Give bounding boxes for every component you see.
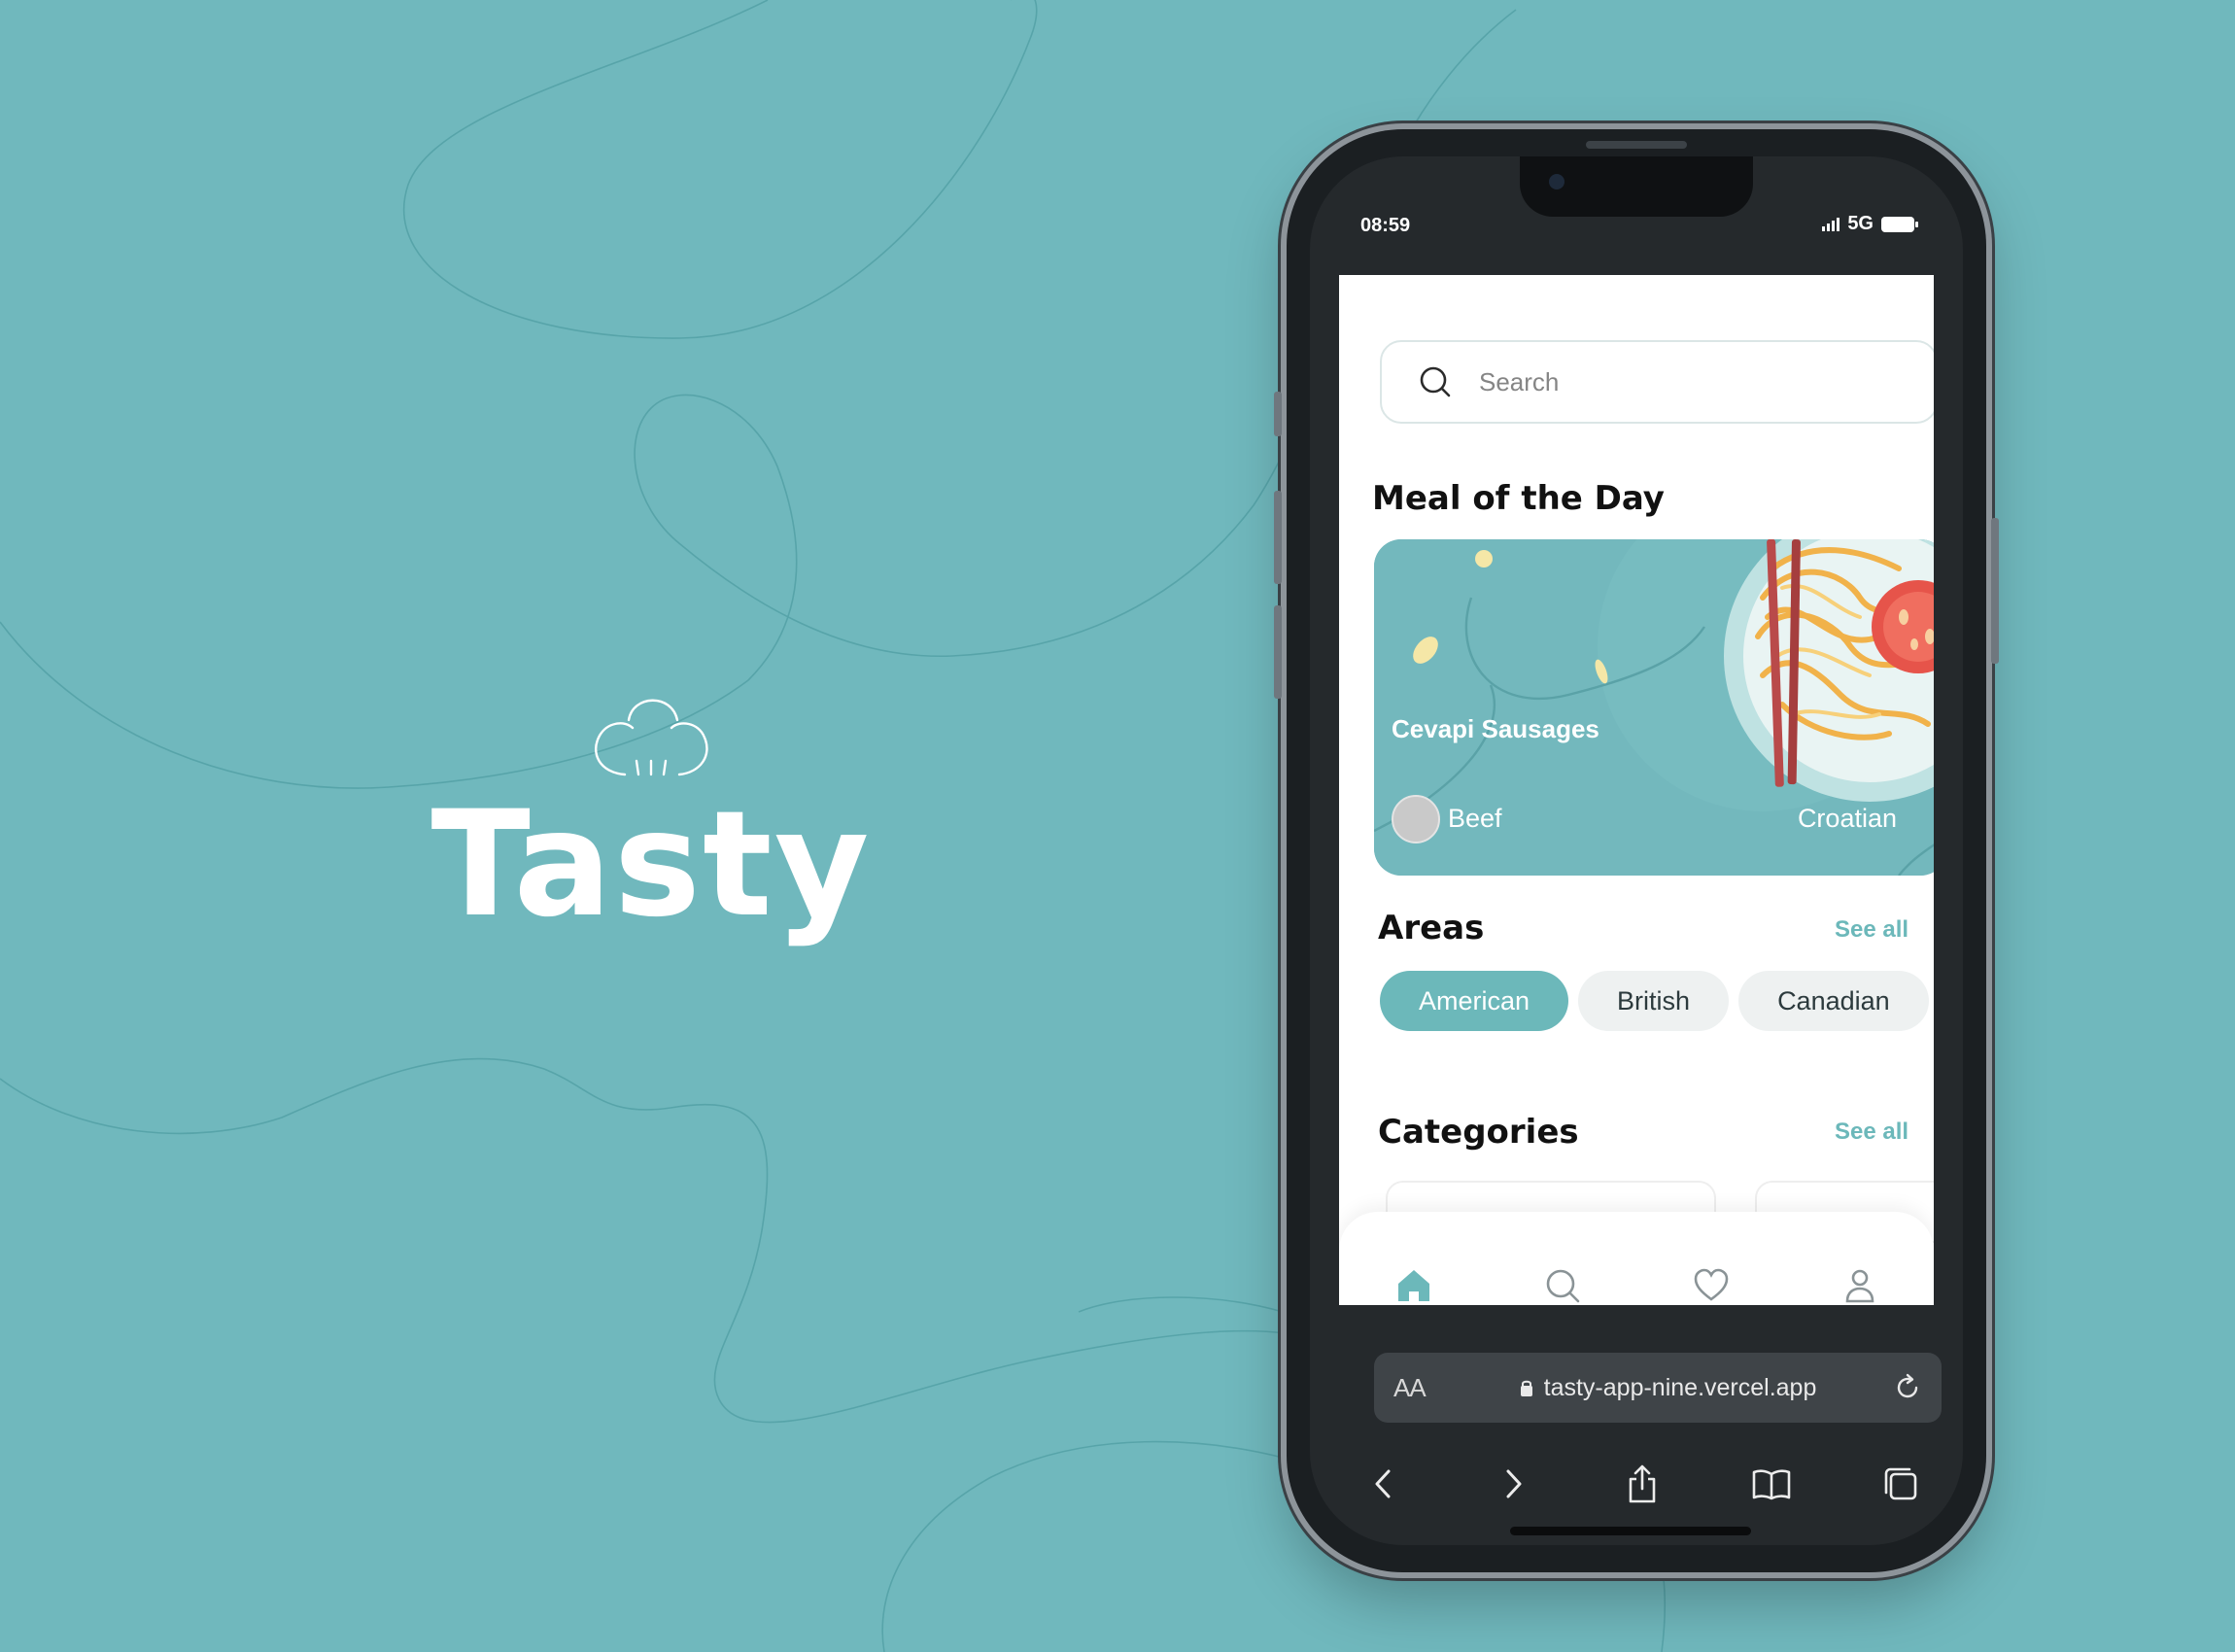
brand-block: Tasty bbox=[428, 685, 875, 938]
meal-area: Croatian bbox=[1797, 804, 1897, 833]
phone-mockup: 08:59 5G Meal of the Day bbox=[1274, 129, 1999, 1572]
reload-button[interactable] bbox=[1883, 1373, 1922, 1402]
meal-of-the-day-card[interactable]: Cevapi Sausages Beef Croatian bbox=[1374, 539, 1934, 876]
url-field[interactable]: tasty-app-nine.vercel.app bbox=[1452, 1374, 1883, 1402]
web-page: Meal of the Day bbox=[1339, 275, 1934, 1305]
bottom-tab-bar bbox=[1339, 1212, 1934, 1305]
chip-british[interactable]: British bbox=[1578, 971, 1730, 1031]
user-icon bbox=[1845, 1269, 1874, 1303]
browser-address-bar[interactable]: AA tasty-app-nine.vercel.app bbox=[1374, 1353, 1942, 1423]
heart-icon bbox=[1694, 1268, 1728, 1301]
home-icon bbox=[1397, 1270, 1429, 1301]
url-text: tasty-app-nine.vercel.app bbox=[1543, 1373, 1817, 1401]
speaker-grille bbox=[1586, 141, 1687, 149]
volume-up-button bbox=[1274, 491, 1282, 584]
brand-name: Tasty bbox=[430, 780, 872, 949]
areas-see-all-link[interactable]: See all bbox=[1835, 916, 1908, 944]
meal-name: Cevapi Sausages bbox=[1392, 714, 1599, 743]
chip-canadian[interactable]: Canadian bbox=[1738, 971, 1929, 1031]
search-bar[interactable] bbox=[1380, 340, 1934, 424]
categories-see-all-link[interactable]: See all bbox=[1835, 1119, 1908, 1146]
areas-title: Areas bbox=[1378, 909, 1485, 947]
text-size-button[interactable]: AA bbox=[1393, 1373, 1452, 1403]
meal-category: Beef bbox=[1448, 804, 1502, 833]
search-icon bbox=[1420, 366, 1451, 397]
lock-icon bbox=[1520, 1380, 1532, 1396]
status-indicators: 5G bbox=[1822, 213, 1918, 235]
forward-button[interactable] bbox=[1488, 1459, 1538, 1509]
share-icon bbox=[1629, 1464, 1656, 1503]
tabs-button[interactable] bbox=[1875, 1459, 1926, 1509]
meal-avatar bbox=[1392, 795, 1440, 843]
bookmarks-button[interactable] bbox=[1746, 1459, 1797, 1509]
search-icon bbox=[1546, 1269, 1579, 1303]
chef-hat-icon bbox=[595, 699, 708, 776]
battery-icon bbox=[1881, 216, 1918, 232]
bookmarks-icon bbox=[1752, 1469, 1791, 1500]
notch bbox=[1520, 156, 1753, 217]
phone-screen: 08:59 5G Meal of the Day bbox=[1310, 156, 1963, 1545]
camera-icon bbox=[1549, 174, 1564, 189]
tab-profile[interactable] bbox=[1837, 1262, 1883, 1305]
categories-title: Categories bbox=[1378, 1113, 1579, 1152]
reload-icon bbox=[1897, 1373, 1918, 1398]
mute-switch bbox=[1274, 392, 1282, 436]
search-input[interactable] bbox=[1477, 365, 1889, 398]
share-button[interactable] bbox=[1617, 1459, 1668, 1509]
browser-toolbar bbox=[1358, 1459, 1926, 1509]
power-button bbox=[1991, 518, 1999, 664]
back-button[interactable] bbox=[1358, 1459, 1409, 1509]
volume-down-button bbox=[1274, 605, 1282, 699]
tab-favorites[interactable] bbox=[1688, 1262, 1735, 1305]
status-time: 08:59 bbox=[1360, 215, 1411, 236]
chip-american[interactable]: American bbox=[1380, 971, 1569, 1031]
meal-of-the-day-title: Meal of the Day bbox=[1372, 479, 1665, 518]
home-indicator bbox=[1510, 1527, 1751, 1535]
tabs-icon bbox=[1884, 1467, 1917, 1500]
forward-icon bbox=[1506, 1469, 1522, 1498]
signal-bars-icon bbox=[1822, 217, 1840, 231]
tab-search[interactable] bbox=[1539, 1262, 1586, 1305]
areas-chip-list: American British Canadian bbox=[1380, 971, 1929, 1031]
network-label: 5G bbox=[1847, 213, 1874, 234]
tab-home[interactable] bbox=[1391, 1262, 1437, 1305]
back-icon bbox=[1375, 1469, 1391, 1498]
